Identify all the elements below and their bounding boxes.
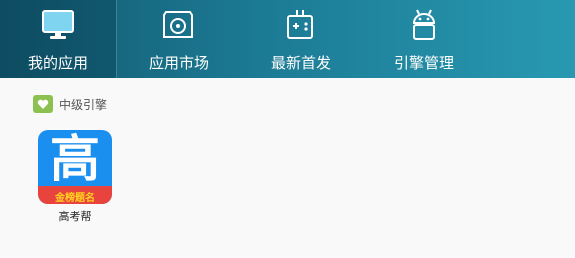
tab-label: 应用市场 bbox=[148, 54, 209, 72]
tab-my-apps[interactable]: 我的应用 bbox=[0, 0, 116, 78]
tab-engine-management[interactable]: 引擎管理 bbox=[362, 0, 486, 78]
heart-badge-icon bbox=[33, 95, 53, 113]
tab-label: 引擎管理 bbox=[393, 54, 454, 72]
tab-divider bbox=[116, 0, 117, 78]
app-icon-banner: 金榜题名 bbox=[38, 186, 112, 204]
app-icon-banner-text: 金榜题名 bbox=[55, 193, 95, 204]
gamepad-icon bbox=[287, 10, 313, 39]
engine-level-indicator: 中级引擎 bbox=[33, 94, 107, 114]
tab-new-releases[interactable]: 最新首发 bbox=[240, 0, 362, 78]
app-name: 高考帮 bbox=[58, 210, 92, 223]
app-icon[interactable]: 高 金榜题名 bbox=[38, 130, 112, 204]
engine-level-label: 中级引擎 bbox=[59, 97, 108, 112]
tab-label: 最新首发 bbox=[270, 54, 331, 72]
tab-label: 我的应用 bbox=[27, 54, 88, 72]
tab-app-market[interactable]: 应用市场 bbox=[118, 0, 240, 78]
disc-box-icon bbox=[163, 11, 193, 38]
monitor-icon bbox=[42, 10, 74, 39]
app-item[interactable]: 高 金榜题名 高考帮 bbox=[38, 130, 114, 224]
app-icon-glyph: 高 bbox=[50, 130, 100, 188]
android-icon bbox=[412, 9, 436, 40]
top-navigation-bar: 我的应用 应用市场 最新首发 引擎管理 bbox=[0, 0, 575, 78]
